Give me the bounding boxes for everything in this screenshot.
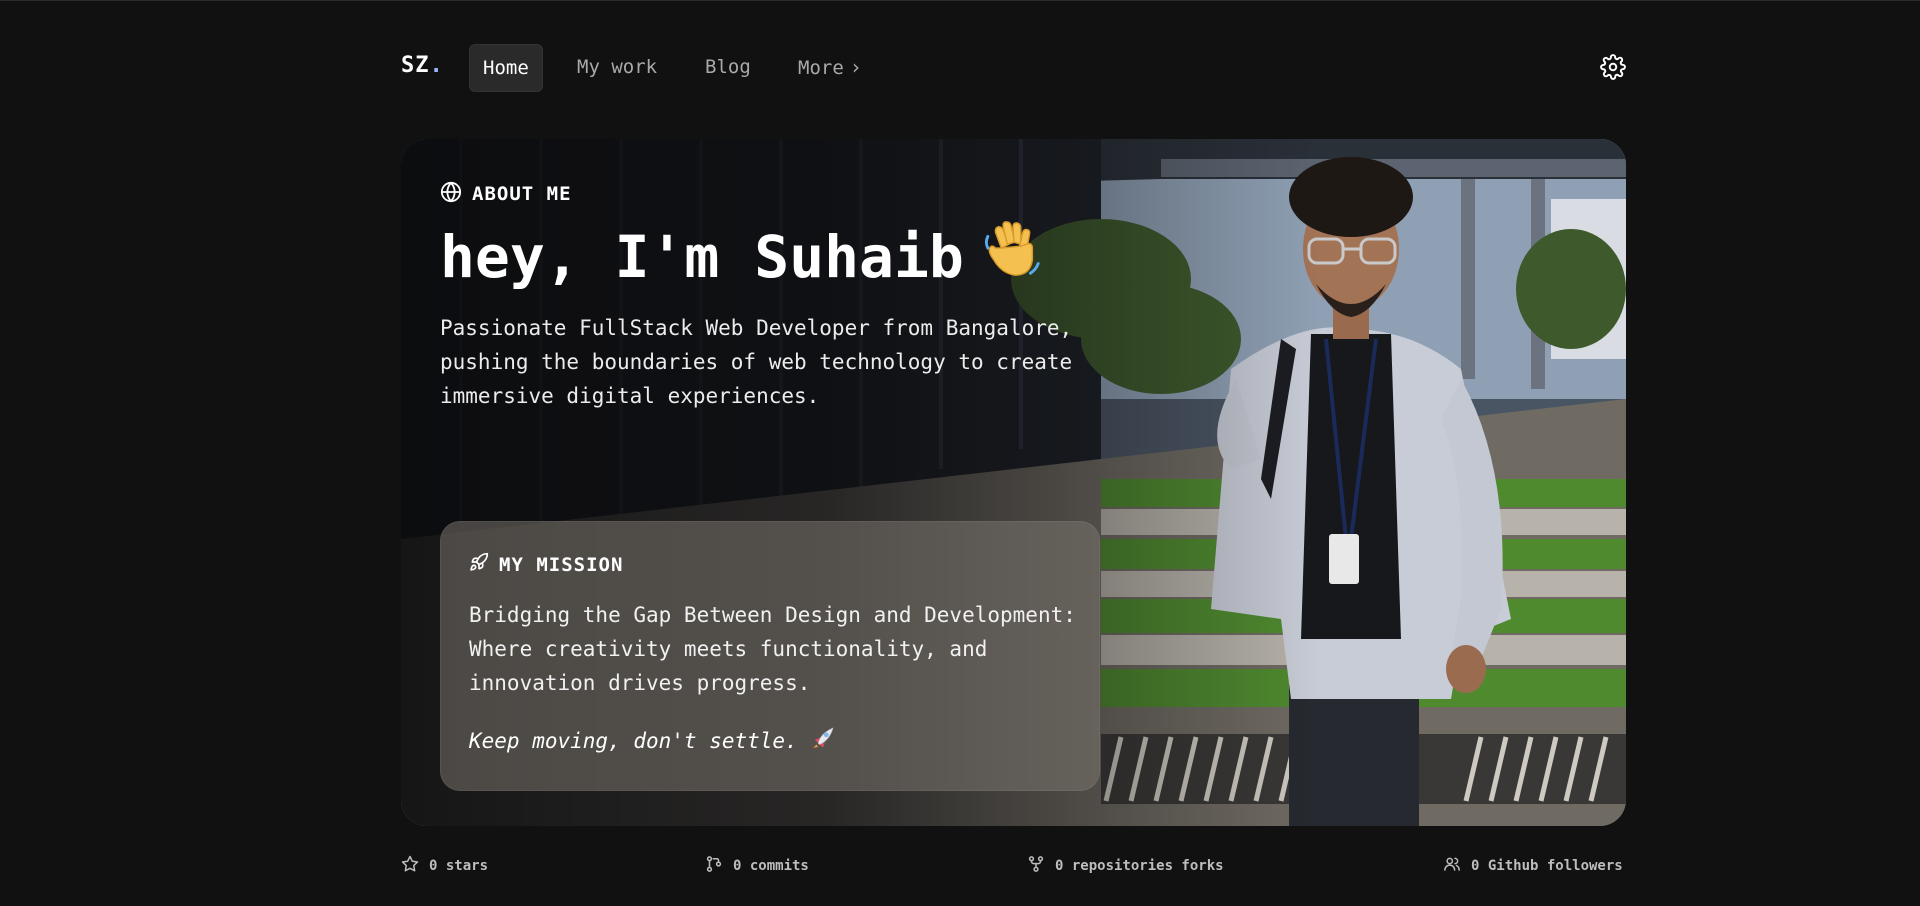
about-me-hero-card: ABOUT ME hey, I'm Suhaib Passionate Full… [401, 139, 1626, 826]
top-navigation: SZ. Home My work Blog More › [401, 44, 1626, 92]
stat-commits: 0 commits [705, 856, 809, 876]
waving-hand-icon [982, 219, 1044, 295]
followers-count: 0 Github followers [1471, 858, 1623, 874]
mission-label: MY MISSION [469, 552, 623, 577]
nav-item-more[interactable]: More › [798, 44, 862, 90]
chevron-right-icon: › [849, 55, 862, 79]
motto: Keep moving, don't settle. [469, 725, 836, 756]
nav-item-home[interactable]: Home [469, 44, 543, 92]
git-compare-icon [705, 855, 723, 877]
rocket-emoji-icon [810, 725, 836, 756]
nav-item-my-work[interactable]: My work [577, 44, 657, 90]
about-me-text: ABOUT ME [472, 183, 572, 205]
stat-followers: 0 Github followers [1443, 856, 1623, 876]
mission-label-text: MY MISSION [499, 553, 624, 576]
star-icon [401, 855, 419, 877]
nav-item-blog[interactable]: Blog [705, 44, 751, 90]
mission-statement: Bridging the Gap Between Design and Deve… [469, 603, 1076, 695]
intro-paragraph: Passionate FullStack Web Developer from … [440, 316, 1073, 408]
forks-count: 0 repositories forks [1055, 858, 1224, 874]
motto-text: Keep moving, don't settle. [469, 728, 798, 753]
page-title: hey, I'm Suhaib [440, 219, 1044, 295]
top-border [0, 0, 1920, 1]
nav-more-label: More [798, 57, 844, 79]
site-logo[interactable]: SZ. [401, 53, 444, 78]
stat-stars: 0 stars [401, 855, 489, 877]
stars-count: 0 stars [429, 858, 489, 874]
stat-forks: 0 repositories forks [1027, 856, 1224, 876]
commits-count: 0 commits [733, 858, 809, 874]
about-me-label: ABOUT ME [440, 179, 572, 209]
users-icon [1443, 855, 1461, 877]
globe-icon [440, 181, 462, 208]
rocket-icon [469, 552, 489, 577]
headline-text: hey, I'm Suhaib [440, 223, 964, 291]
gear-icon[interactable] [1600, 54, 1626, 80]
mission-card: MY MISSION Bridging the Gap Between Desi… [440, 521, 1100, 791]
git-fork-icon [1027, 855, 1045, 877]
